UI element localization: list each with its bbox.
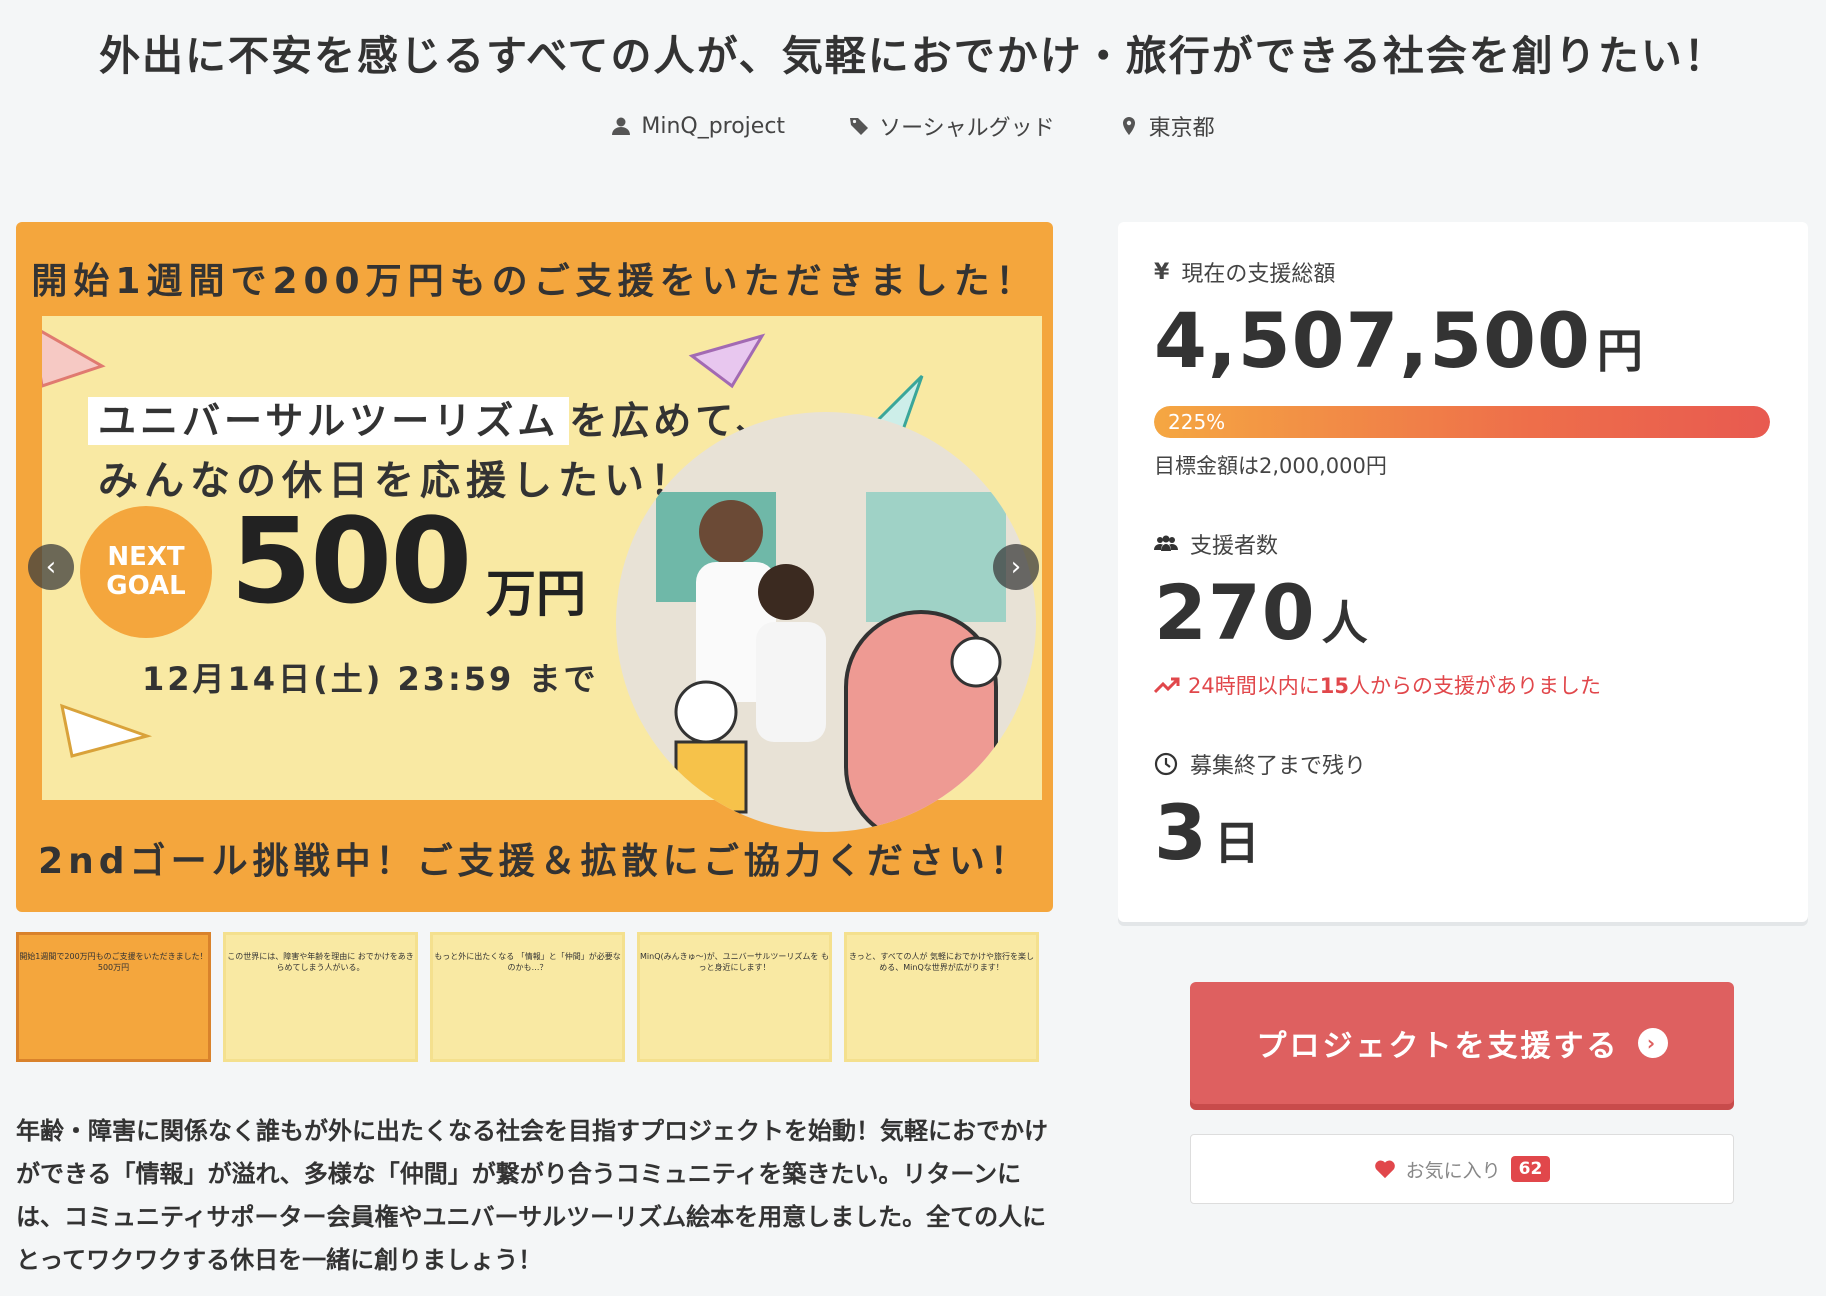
clock-icon — [1154, 752, 1178, 776]
page-title: 外出に不安を感じるすべての人が、気軽におでかけ・旅行ができる社会を創りたい！ — [99, 32, 1727, 80]
remaining-days: 3 日 — [1154, 788, 1260, 877]
goal-amount-text: 目標金額は2,000,000円 — [1154, 454, 1387, 478]
funding-stats-card: ¥ 現在の支援総額 4,507,500 円 225% 目標金額は2,000,00… — [1118, 222, 1808, 922]
supporters-count-unit: 人 — [1321, 596, 1368, 650]
category-name: ソーシャルグッド — [879, 116, 1055, 141]
thumbnail-caption: きっと、すべての人が 気軽におでかけや旅行を楽しめる、MinQな世界が広がります… — [848, 952, 1035, 972]
thumbnail-caption: MinQ(みんきゅ〜)が、ユニバーサルツーリズムを もっと身近にします！ — [640, 952, 829, 972]
thumbnail-4[interactable]: MinQ(みんきゅ〜)が、ユニバーサルツーリズムを もっと身近にします！ — [637, 932, 832, 1062]
favorite-button[interactable]: お気に入り 62 — [1190, 1134, 1734, 1204]
supporters-label: 支援者数 — [1154, 528, 1278, 560]
supporters-count: 270 人 — [1154, 568, 1368, 657]
total-label-text: 現在の支援総額 — [1181, 262, 1336, 287]
deadline-text: 12月14日(土) 23:59 まで — [142, 660, 599, 698]
total-amount: 4,507,500 円 — [1154, 296, 1643, 385]
favorite-count-badge: 62 — [1510, 1156, 1551, 1182]
supporters-count-value: 270 — [1154, 568, 1316, 657]
progress-fill: 225% — [1154, 406, 1770, 438]
thumbnail-1[interactable]: 開始1週間で200万円ものご支援をいただきました！ 500万円 — [16, 932, 211, 1062]
badge-line-2: GOAL — [106, 571, 186, 601]
progress-bar: 225% — [1154, 406, 1770, 438]
user-icon — [612, 117, 631, 135]
recent-prefix: 24時間以内に — [1188, 674, 1320, 698]
thumbnail-caption: もっと外に出たくなる 「情報」と「仲間」が必要なのかも…？ — [434, 952, 621, 972]
chevron-right-circle-icon: › — [1637, 1028, 1668, 1058]
main-visual: 開始1週間で200万円ものご支援をいただきました！ ユニバーサルツーリズム を広め… — [16, 222, 1053, 912]
chevron-right-icon: › — [1010, 552, 1022, 582]
project-meta: MinQ_project ソーシャルグッド 東京都 — [0, 110, 1826, 142]
badge-line-1: NEXT — [107, 542, 185, 573]
goal-number: 500 — [230, 492, 472, 630]
thumbnail-caption: この世界には、障害や年齢を理由に おでかけをあきらめてしまう人がいる。 — [227, 952, 414, 972]
headline-highlight: ユニバーサルツーリズム — [88, 397, 570, 445]
owner-link[interactable]: MinQ_project — [611, 110, 785, 142]
total-amount-unit: 円 — [1596, 324, 1643, 378]
thumbnail-2[interactable]: この世界には、障害や年齢を理由に おでかけをあきらめてしまう人がいる。 — [223, 932, 418, 1062]
yen-icon: ¥ — [1154, 259, 1170, 285]
support-button-label: プロジェクトを支援する — [1256, 1029, 1620, 1064]
users-icon — [1154, 535, 1178, 551]
recent-count: 15 — [1319, 674, 1349, 698]
project-description: 年齢・障害に関係なく誰もが外に出たくなる社会を目指すプロジェクトを始動！気軽にお… — [16, 1117, 1048, 1274]
hero-bottom-text: 2ndゴール挑戦中！ご支援＆拡散にご協力ください！ — [38, 841, 1031, 882]
trending-up-icon — [1154, 677, 1180, 694]
support-project-button[interactable]: プロジェクトを支援する › — [1190, 982, 1734, 1104]
total-amount-value: 4,507,500 — [1154, 296, 1591, 385]
supporters-label-text: 支援者数 — [1190, 534, 1279, 559]
remaining-days-value: 3 — [1154, 788, 1208, 877]
heart-icon — [1374, 1160, 1395, 1179]
carousel-next-button[interactable]: › — [993, 544, 1039, 590]
recent-support-notice: 24時間以内に15人からの支援がありました — [1154, 670, 1601, 700]
recent-suffix: 人からの支援がありました — [1348, 674, 1601, 698]
remaining-label-text: 募集終了まで残り — [1190, 754, 1367, 779]
category-link[interactable]: ソーシャルグッド — [849, 110, 1055, 142]
thumbnail-caption: 開始1週間で200万円ものご支援をいただきました！ 500万円 — [19, 952, 208, 972]
thumbnail-strip: 開始1週間で200万円ものご支援をいただきました！ 500万円 この世界には、障… — [16, 932, 1039, 1062]
total-label: ¥ 現在の支援総額 — [1154, 256, 1335, 288]
carousel-prev-button[interactable]: ‹ — [28, 544, 74, 590]
hero-top-text: 開始1週間で200万円ものご支援をいただきました！ — [31, 261, 1038, 302]
thumbnail-5[interactable]: きっと、すべての人が 気軽におでかけや旅行を楽しめる、MinQな世界が広がります… — [844, 932, 1039, 1062]
owner-name: MinQ_project — [641, 113, 786, 139]
favorite-label: お気に入り — [1405, 1159, 1501, 1182]
location-name: 東京都 — [1148, 116, 1215, 141]
chevron-left-icon: ‹ — [45, 552, 57, 582]
location-link[interactable]: 東京都 — [1119, 110, 1215, 142]
remaining-label: 募集終了まで残り — [1154, 748, 1366, 780]
hero-photo — [616, 412, 1036, 832]
thumbnail-3[interactable]: もっと外に出たくなる 「情報」と「仲間」が必要なのかも…？ — [430, 932, 625, 1062]
people-illustration — [656, 492, 1006, 832]
map-pin-icon — [1122, 117, 1135, 135]
hero-headline-1: ユニバーサルツーリズム を広めて、 — [88, 390, 777, 445]
goal-unit: 万円 — [486, 565, 586, 623]
remaining-days-unit: 日 — [1213, 816, 1260, 870]
tag-icon — [850, 118, 869, 135]
next-goal-badge: NEXT GOAL — [86, 512, 206, 632]
